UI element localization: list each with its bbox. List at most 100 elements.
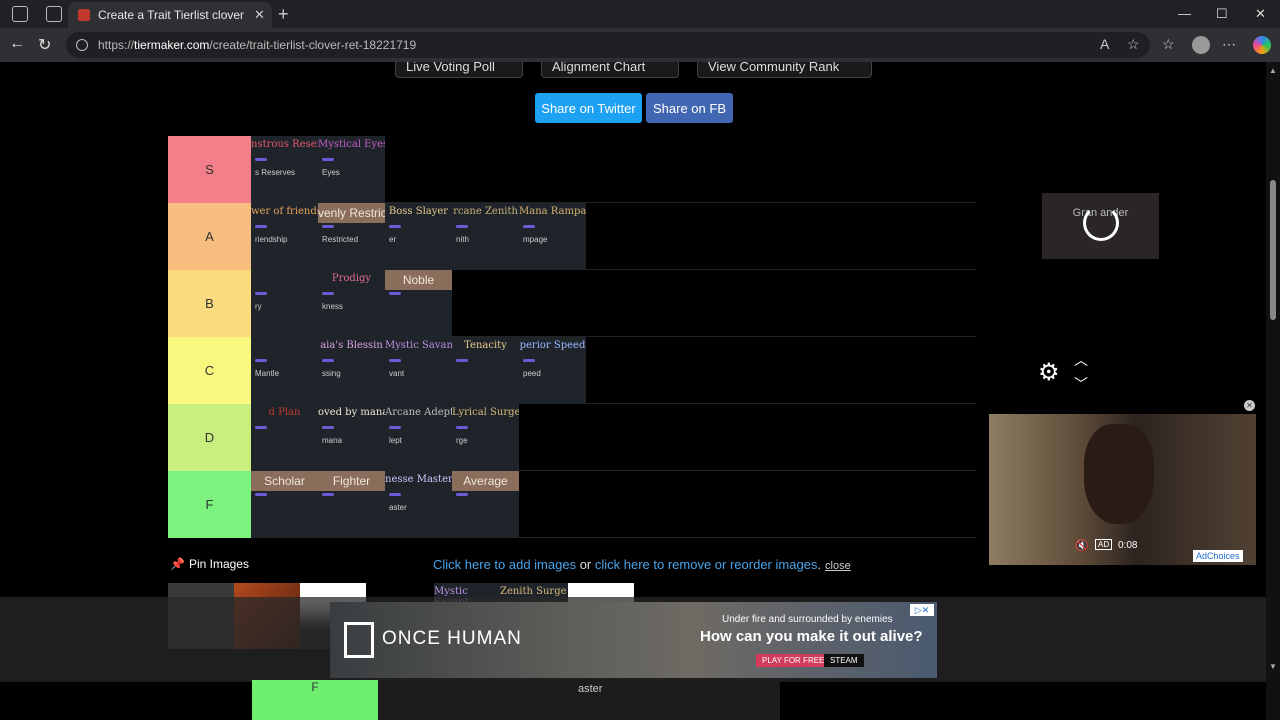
- tier-label-d[interactable]: D: [168, 404, 251, 471]
- tier-item-bar: [389, 359, 401, 362]
- tier-item[interactable]: Average: [452, 471, 519, 538]
- tier-item-caption: er: [389, 235, 397, 244]
- tab-actions-icon[interactable]: [46, 6, 62, 22]
- tier-label-s[interactable]: S: [168, 136, 251, 203]
- tier-item[interactable]: Tenacity: [452, 337, 519, 404]
- replay-icon[interactable]: [1083, 205, 1119, 241]
- adchoices-link[interactable]: AdChoices: [1193, 550, 1243, 562]
- period-text: .: [817, 557, 822, 572]
- tier-item-bar: [255, 225, 267, 228]
- more-menu-icon[interactable]: ⋯: [1222, 36, 1236, 53]
- video-player[interactable]: Gran ander: [976, 121, 1224, 328]
- tier-item-title: nesse Master: [385, 474, 452, 485]
- tier-label-c[interactable]: C: [168, 337, 251, 404]
- page: Live Voting Poll Alignment Chart View Co…: [0, 62, 1266, 720]
- tier-item[interactable]: Mystic Savant vant: [385, 337, 452, 404]
- tier-item[interactable]: Fighter: [318, 471, 385, 538]
- share-fb-button[interactable]: Share on FB: [646, 93, 733, 123]
- chevron-down-icon[interactable]: ﹀: [1074, 374, 1088, 394]
- tier-item[interactable]: Prodigy kness: [318, 270, 385, 337]
- close-tab-button[interactable]: ✕: [254, 7, 265, 23]
- maximize-button[interactable]: ☐: [1216, 6, 1228, 22]
- tier-item-bar: [322, 359, 334, 362]
- ad-video[interactable]: 🔇 AD 0:08 AdChoices: [989, 414, 1256, 565]
- tier-item[interactable]: Lyrical Surge rge: [452, 404, 519, 471]
- tier-item[interactable]: venly Restric Restricted: [318, 203, 385, 270]
- favorites-icon[interactable]: ☆: [1162, 36, 1175, 53]
- tier-item[interactable]: Mana Rampage mpage: [519, 203, 586, 270]
- alignment-chart-button[interactable]: Alignment Chart: [541, 62, 679, 78]
- mute-icon[interactable]: 🔇: [1075, 539, 1089, 552]
- tier-item[interactable]: d Plan: [251, 404, 318, 471]
- tier-item-title: oved by mana: [318, 407, 385, 418]
- tier-row-c: C Mantle aia's Blessin ssing Mystic Savant va…: [168, 337, 976, 404]
- tier-item-caption: kness: [322, 302, 343, 311]
- tier-item[interactable]: Mantle: [251, 337, 318, 404]
- tier-item[interactable]: nstrous Reserv s Reserves: [251, 136, 318, 203]
- tier-items: d Plan oved by mana mana Arcane Adept lept Ly…: [251, 404, 519, 471]
- pin-images-toggle[interactable]: 📌 Pin Images: [170, 557, 249, 571]
- tier-item[interactable]: nesse Master aster: [385, 471, 452, 538]
- reorder-images-link[interactable]: click here to remove or reorder images: [595, 557, 818, 572]
- url-field[interactable]: https://tiermaker.com/create/trait-tierl…: [66, 32, 1150, 58]
- live-voting-poll-button[interactable]: Live Voting Poll: [395, 62, 523, 78]
- back-icon[interactable]: ←: [9, 35, 25, 53]
- tier-item[interactable]: Scholar: [251, 471, 318, 538]
- tier-item[interactable]: ry: [251, 270, 318, 337]
- scroll-down-icon[interactable]: ▼: [1269, 662, 1277, 671]
- scroll-up-icon[interactable]: ▲: [1269, 66, 1277, 75]
- chevron-up-icon[interactable]: ︿: [1074, 350, 1088, 370]
- banner-ad[interactable]: ONCE HUMAN Under fire and surrounded by …: [330, 602, 937, 678]
- tier-item-title: Scholar: [251, 471, 318, 491]
- copilot-icon[interactable]: [1253, 36, 1271, 54]
- steam-button[interactable]: STEAM: [824, 654, 864, 667]
- tier-item[interactable]: Arcane Adept lept: [385, 404, 452, 471]
- tier-item-caption: s Reserves: [255, 168, 296, 177]
- tier-item-title: Tenacity: [464, 340, 507, 351]
- tier-label-a[interactable]: A: [168, 203, 251, 270]
- tier-item-bar: [389, 426, 401, 429]
- close-window-button[interactable]: ✕: [1255, 6, 1266, 22]
- share-twitter-button[interactable]: Share on Twitter: [535, 93, 642, 123]
- tier-item[interactable]: wer of friends riendship: [251, 203, 318, 270]
- tier-row-f: F Scholar Fighter nesse Master aster Average: [168, 471, 976, 538]
- read-aloud-icon[interactable]: A: [1100, 36, 1109, 52]
- new-tab-button[interactable]: +: [278, 4, 289, 25]
- favorite-star-icon[interactable]: ☆: [1127, 36, 1140, 53]
- minimize-button[interactable]: —: [1178, 6, 1191, 21]
- tier-item[interactable]: Mystical Eyes Eyes: [318, 136, 385, 203]
- banner-headline: How can you make it out alive?: [700, 628, 923, 645]
- tier-item-bar: [322, 225, 334, 228]
- tiermaker-favicon-icon: [78, 9, 90, 21]
- add-images-link[interactable]: Click here to add images: [433, 557, 576, 572]
- gear-icon[interactable]: ⚙: [1038, 358, 1060, 387]
- tier-item-bar: [255, 493, 267, 496]
- tier-item[interactable]: rcane Zenith nith: [452, 203, 519, 270]
- close-link[interactable]: close: [825, 560, 851, 572]
- banner-ad-close-icon[interactable]: ▷✕: [910, 604, 934, 616]
- tier-list: Snstrous Reserv s Reserves Mystical Eyes Ey…: [168, 136, 976, 538]
- tier-item-title: Average: [452, 471, 519, 491]
- url-path: /create/trait-tierlist-clover-ret-182217…: [209, 38, 417, 52]
- scrollbar-thumb[interactable]: [1270, 180, 1276, 320]
- tier-label-b[interactable]: B: [168, 270, 251, 337]
- tier-item[interactable]: perior Speed peed: [519, 337, 586, 404]
- tier-item[interactable]: oved by mana mana: [318, 404, 385, 471]
- active-tab[interactable]: Create a Trait Tierlist clover ret Tie ✕: [68, 2, 272, 28]
- refresh-icon[interactable]: ↻: [38, 35, 51, 55]
- view-community-rank-button[interactable]: View Community Rank: [697, 62, 872, 78]
- tier-item-caption: ssing: [322, 369, 341, 378]
- play-for-free-button[interactable]: PLAY FOR FREE: [756, 654, 831, 667]
- tier-label-f[interactable]: F: [168, 471, 251, 538]
- tier-item[interactable]: Noble: [385, 270, 452, 337]
- page-scrollbar[interactable]: ▲ ▼: [1266, 62, 1280, 720]
- close-ad-video-button[interactable]: ✕: [1244, 400, 1255, 411]
- tier-item[interactable]: Boss Slayer er: [385, 203, 452, 270]
- tier-item-bar: [456, 359, 468, 362]
- tier-item-title: Boss Slayer: [388, 206, 449, 217]
- tier-item[interactable]: aia's Blessin ssing: [318, 337, 385, 404]
- profile-avatar[interactable]: [1192, 36, 1210, 54]
- site-info-icon[interactable]: [76, 39, 88, 51]
- workspaces-icon[interactable]: [12, 6, 28, 22]
- tier-row-d: Dd Plan oved by mana mana Arcane Adept lept L…: [168, 404, 976, 471]
